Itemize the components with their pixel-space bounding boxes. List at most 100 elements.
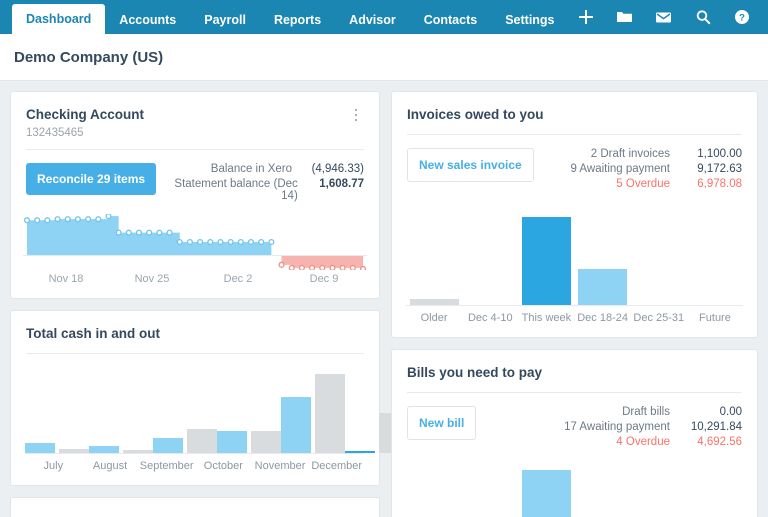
sparkline-point [135, 229, 143, 236]
checking-account-figures: Balance in Xero (4,946.33) Statement bal… [166, 163, 364, 202]
nav-tab-reports[interactable]: Reports [260, 6, 335, 34]
invoices-header: Invoices owed to you [392, 92, 757, 134]
bar[interactable] [281, 397, 311, 454]
axis-tick: Dec 4-10 [467, 312, 513, 325]
bar[interactable] [409, 298, 459, 306]
figure-row: 17 Awaiting payment 10,291.84 [552, 421, 742, 433]
sparkline-point [74, 216, 81, 223]
nav-tab-dashboard[interactable]: Dashboard [12, 4, 106, 34]
checking-account-number: 132435465 [26, 127, 84, 140]
figure-label[interactable]: 4 Overdue [616, 436, 670, 448]
nav-tab-accounts[interactable]: Accounts [105, 6, 190, 34]
reconcile-button[interactable]: Reconcile 29 items [26, 163, 157, 196]
page-title: Demo Company (US) [14, 48, 164, 66]
bar[interactable] [315, 373, 345, 454]
figure-row-overdue: 5 Overdue 6,978.08 [552, 178, 742, 190]
total-cash-bars [25, 368, 409, 455]
sparkline-point [23, 217, 31, 224]
sparkline-point [247, 239, 255, 246]
sparkline-point [34, 217, 41, 224]
nav-tab-payroll[interactable]: Payroll [190, 6, 260, 34]
sparkline-point [359, 266, 367, 271]
bar-slot [631, 210, 687, 305]
bar-slot [406, 210, 462, 306]
bar[interactable] [123, 449, 153, 454]
axis-tick: Dec 25-31 [633, 312, 685, 325]
axis-tick: November [254, 460, 306, 473]
bar[interactable] [153, 438, 183, 454]
sparkline-point [166, 229, 173, 236]
checking-account-header: Checking Account 132435465 [11, 92, 379, 149]
figure-label[interactable]: 2 Draft invoices [591, 148, 670, 160]
nav-tab-settings[interactable]: Settings [491, 6, 568, 34]
new-sales-invoice-button[interactable]: New sales invoice [407, 148, 534, 183]
axis-tick: Nov 25 [134, 273, 170, 286]
help-icon[interactable]: ? [725, 0, 759, 34]
checking-account-card: Checking Account 132435465 Reconcile 29 … [10, 91, 380, 300]
bar[interactable] [89, 446, 119, 454]
sparkline-point [309, 265, 316, 271]
bar[interactable] [187, 429, 217, 454]
nav-tab-list: Dashboard Accounts Payroll Reports Advis… [0, 0, 569, 34]
dashboard-grid: Checking Account 132435465 Reconcile 29 … [0, 81, 768, 517]
figure-label[interactable]: 5 Overdue [616, 178, 670, 190]
kebab-menu-icon[interactable] [348, 106, 364, 124]
bar[interactable] [521, 216, 571, 306]
bills-figures: Draft bills 0.00 17 Awaiting payment 10,… [552, 406, 742, 448]
dashboard-left-column: Checking Account 132435465 Reconcile 29 … [10, 91, 409, 517]
sparkline-point [125, 229, 132, 236]
bar-slot [687, 468, 743, 517]
checking-account-title: Checking Account [26, 107, 145, 122]
bar-slot [631, 468, 687, 517]
bar[interactable] [217, 430, 247, 454]
sparkline-point [298, 265, 305, 271]
figure-label[interactable]: 9 Awaiting payment [570, 163, 670, 175]
bar[interactable] [25, 442, 55, 454]
figure-label[interactable]: Draft bills [622, 406, 670, 418]
axis-tick: Dec 2 [223, 273, 253, 286]
sparkline-point [268, 239, 275, 246]
bar[interactable] [578, 268, 628, 306]
axis-tick: September [139, 460, 194, 473]
bar-slot [462, 210, 518, 305]
total-cash-axis-labels: July August September October November Decemb… [11, 454, 379, 485]
bar[interactable] [345, 450, 375, 454]
invoices-bars [406, 210, 743, 307]
new-bill-button[interactable]: New bill [407, 406, 477, 441]
figure-row: Statement balance (Dec 14) 1,608.77 [166, 178, 364, 202]
invoices-chart [392, 196, 757, 307]
bills-header: Bills you need to pay [392, 350, 757, 392]
plus-icon[interactable] [569, 0, 603, 34]
figure-value: 1,608.77 [319, 178, 364, 191]
axis-tick: Dec 18-24 [577, 312, 628, 325]
invoices-title: Invoices owed to you [407, 107, 544, 122]
axis-tick: December [311, 460, 363, 473]
bar-slot [518, 468, 574, 517]
figure-label[interactable]: 17 Awaiting payment [564, 421, 670, 433]
folder-icon[interactable] [608, 0, 642, 34]
sparkline-point [258, 239, 265, 246]
sparkline-point [217, 239, 224, 246]
sparkline-point [85, 216, 92, 223]
nav-tab-contacts[interactable]: Contacts [410, 6, 491, 34]
bar[interactable] [59, 448, 89, 454]
figure-row: 9 Awaiting payment 9,172.63 [552, 163, 742, 175]
bar-slot [575, 468, 631, 517]
bar[interactable] [251, 430, 281, 454]
bar-slot [153, 368, 217, 454]
nav-tab-advisor[interactable]: Advisor [335, 6, 410, 34]
figure-label: Balance in Xero [210, 163, 292, 176]
search-icon[interactable] [686, 0, 720, 34]
sparkline-point [186, 239, 193, 246]
figure-row-overdue: 4 Overdue 4,692.56 [552, 436, 742, 448]
total-cash-chart [11, 354, 409, 455]
axis-tick: Dec 9 [309, 273, 339, 286]
sparkline-point [319, 265, 326, 271]
sparkline-point [207, 239, 214, 246]
bills-bars [406, 468, 743, 517]
page-header: Demo Company (US) [0, 34, 768, 81]
bar[interactable] [521, 469, 571, 517]
sparkline-point [64, 216, 71, 223]
bar-slot [25, 368, 89, 454]
envelope-icon[interactable] [647, 0, 681, 34]
